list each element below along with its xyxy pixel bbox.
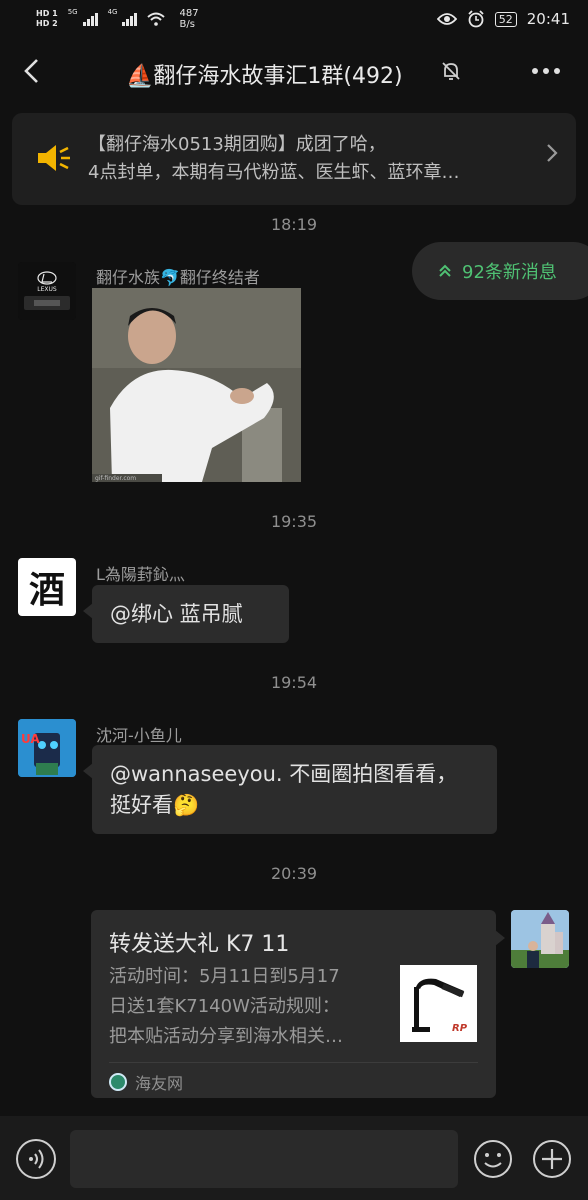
avatar[interactable]: LEXUS xyxy=(18,262,76,320)
card-description: 活动时间：5月11日到5月17 日送1套K7140W活动规则： 把本贴活动分享到… xyxy=(109,962,381,1052)
card-source: 海友网 xyxy=(109,1070,183,1094)
sender-name: 沈河-小鱼儿 xyxy=(96,726,182,745)
message-line-1: @wannaseeyou. 不画圈拍图看看， xyxy=(110,762,458,786)
mute-bell-icon xyxy=(442,62,460,80)
back-icon xyxy=(24,59,38,83)
thumb-brand-text: RP xyxy=(452,1023,468,1034)
lexus-logo-icon: LEXUS xyxy=(18,262,76,320)
more-button[interactable] xyxy=(528,56,564,86)
chat-header: ⛵翻仔海水故事汇1群(492) xyxy=(0,38,588,106)
hd1-label: HD 1 xyxy=(36,9,58,18)
wifi-icon xyxy=(147,12,166,26)
game-avatar-icon: UA xyxy=(18,719,76,777)
sender-name: L為陽葑鈊灬 xyxy=(96,565,185,584)
notice-line-2: 4点封单，本期有马代粉蓝、医生虾、蓝环章… xyxy=(88,162,460,183)
card-title: 转发送大礼 K7 11 xyxy=(109,932,290,957)
timestamp: 20:39 xyxy=(270,864,318,883)
signal-icon-2 xyxy=(122,12,138,26)
card-desc-line-2: 日送1套K7140W活动规则： xyxy=(109,996,340,1017)
notice-line-1: 【翻仔海水0513期团购】成团了哈， xyxy=(88,134,386,155)
voice-icon xyxy=(29,1149,44,1169)
new-messages-button[interactable]: 92条新消息 xyxy=(412,242,588,300)
hd2-label: HD 2 xyxy=(36,19,58,28)
new-messages-label: 92条新消息 xyxy=(462,262,557,283)
chat-title[interactable]: ⛵翻仔海水故事汇1群(492) xyxy=(126,58,403,90)
status-bar: HD 1 HD 2 5G 4G 487 B/s 52 20:41 xyxy=(0,0,588,38)
plus-icon xyxy=(533,1140,571,1178)
card-thumbnail: RP xyxy=(400,965,477,1042)
svg-text:UA: UA xyxy=(21,732,40,746)
card-desc-line-3: 把本贴活动分享到海水相关… xyxy=(109,1026,343,1047)
person-photo: gif-finder.com xyxy=(92,288,301,482)
chevron-right-icon xyxy=(546,143,558,169)
svg-text:LEXUS: LEXUS xyxy=(37,286,57,293)
timestamp: 19:35 xyxy=(270,512,318,531)
message-bubble[interactable]: @wannaseeyou. 不画圈拍图看看， 挺好看🤔 xyxy=(83,745,497,834)
avatar[interactable]: 酒 xyxy=(18,558,76,616)
more-icon xyxy=(532,68,560,74)
double-chevron-up-icon xyxy=(439,264,451,277)
notice-text: 【翻仔海水0513期团购】成团了哈， 4点封单，本期有马代粉蓝、医生虾、蓝环章… xyxy=(88,131,528,187)
speaker-icon xyxy=(38,145,70,171)
message-bubble[interactable]: @绑心 蓝吊腻 xyxy=(83,585,289,643)
message-input[interactable] xyxy=(70,1130,458,1188)
emoji-icon xyxy=(474,1140,512,1178)
gif-image[interactable]: gif-finder.com xyxy=(92,288,301,482)
timestamp: 19:54 xyxy=(270,673,318,692)
alarm-icon xyxy=(468,10,484,28)
battery-icon: 52 xyxy=(494,11,517,27)
gif-watermark: gif-finder.com xyxy=(95,475,136,482)
avatar-glyph: 酒 xyxy=(28,569,65,611)
more-functions-button[interactable] xyxy=(532,1139,572,1179)
signal-icon xyxy=(82,12,98,26)
source-logo-icon xyxy=(109,1073,127,1091)
link-card[interactable]: 转发送大礼 K7 11 活动时间：5月11日到5月17 日送1套K7140W活动… xyxy=(91,910,505,1098)
input-bar xyxy=(0,1116,588,1200)
network-speed: 487 B/s xyxy=(179,8,198,30)
sender-name: 翻仔水族🐬翻仔终结者 xyxy=(96,268,260,287)
hd-indicator: HD 1 HD 2 xyxy=(36,9,58,29)
message-line-2: 挺好看🤔 xyxy=(110,793,200,817)
card-source-name: 海友网 xyxy=(135,1074,184,1093)
card-desc-line-1: 活动时间：5月11日到5月17 xyxy=(109,966,340,987)
eye-icon xyxy=(436,13,457,25)
clock: 20:41 xyxy=(526,10,570,28)
avatar[interactable]: UA xyxy=(18,719,76,777)
card-divider xyxy=(109,1062,478,1063)
network-5g-label: 5G xyxy=(67,8,78,16)
network-4g-label: 4G xyxy=(107,8,118,16)
speed-unit: B/s xyxy=(179,19,195,30)
back-button[interactable] xyxy=(14,54,48,88)
my-avatar[interactable] xyxy=(511,910,569,968)
emoji-button[interactable] xyxy=(473,1139,513,1179)
timestamp: 18:19 xyxy=(270,215,318,234)
castle-photo xyxy=(511,910,569,968)
group-notice-banner[interactable]: 【翻仔海水0513期团购】成团了哈， 4点封单，本期有马代粉蓝、医生虾、蓝环章… xyxy=(12,113,576,205)
aquarium-light-image: RP xyxy=(400,965,477,1042)
voice-button[interactable] xyxy=(16,1139,56,1179)
speed-value: 487 xyxy=(179,8,199,19)
